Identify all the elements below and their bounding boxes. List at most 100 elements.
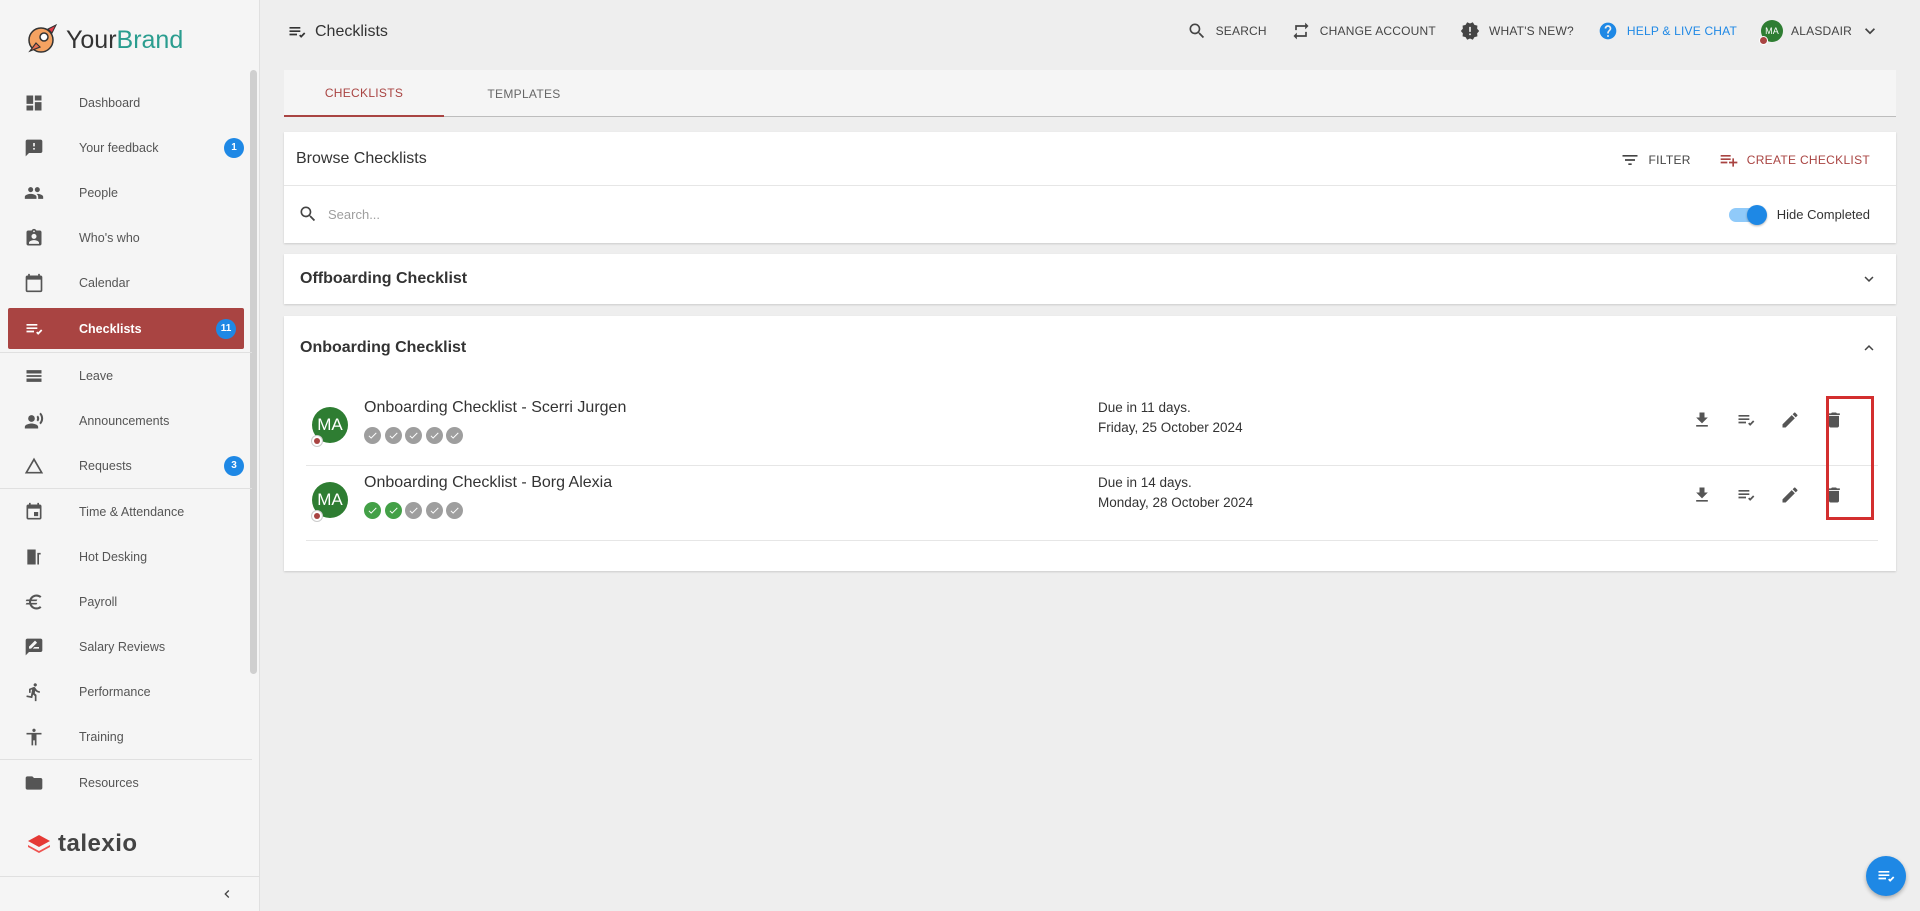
sidebar: YourBrand Dashboard Your feedback 1 Peop… bbox=[0, 0, 260, 911]
edit-button[interactable] bbox=[1768, 480, 1812, 510]
avatar: MA bbox=[311, 482, 348, 522]
new-releases-icon bbox=[1460, 22, 1480, 40]
count-badge: 3 bbox=[224, 455, 244, 476]
filter-icon bbox=[1622, 155, 1638, 165]
progress-checks bbox=[364, 502, 467, 519]
view-tasks-button[interactable] bbox=[1724, 405, 1768, 435]
avatar: MA bbox=[1759, 20, 1784, 45]
sidebar-item-checklists[interactable]: Checklists 11 bbox=[8, 308, 244, 349]
chevron-down-icon[interactable] bbox=[1860, 270, 1878, 288]
pencil-icon bbox=[1782, 412, 1798, 428]
search-input[interactable] bbox=[328, 206, 928, 222]
help-live-chat-button[interactable]: HELP & LIVE CHAT bbox=[1598, 21, 1737, 41]
download-icon bbox=[1696, 487, 1708, 502]
due-in: Due in 14 days. bbox=[1098, 475, 1192, 490]
euro-icon bbox=[24, 592, 44, 612]
user-menu[interactable]: MA ALASDAIR bbox=[1759, 20, 1880, 45]
sidebar-item-leave[interactable]: Leave bbox=[0, 353, 252, 398]
offboarding-section[interactable]: Offboarding Checklist bbox=[284, 254, 1896, 304]
triangle-icon bbox=[24, 456, 44, 476]
browse-header: Browse Checklists FILTER CREATE CHECKLIS… bbox=[284, 132, 1896, 186]
page-title: Checklists bbox=[287, 22, 388, 42]
desk-icon bbox=[24, 547, 44, 567]
pencil-icon bbox=[1782, 487, 1798, 503]
checklist-rows: MA Onboarding Checklist - Scerri Jurgen … bbox=[306, 391, 1878, 541]
search-icon bbox=[300, 206, 316, 222]
help-icon bbox=[1599, 22, 1617, 40]
sidebar-item-salary-reviews[interactable]: Salary Reviews bbox=[0, 624, 252, 669]
hide-completed-toggle[interactable]: Hide Completed bbox=[1728, 205, 1870, 225]
sidebar-item-announcements[interactable]: Announcements bbox=[0, 398, 252, 443]
sidebar-item-label: Training bbox=[79, 729, 124, 744]
count-badge: 11 bbox=[216, 318, 236, 339]
chevron-down-icon bbox=[1865, 28, 1875, 35]
top-actions: SEARCH CHANGE ACCOUNT WHAT'S NEW? HELP &… bbox=[1163, 20, 1880, 45]
filter-button[interactable]: FILTER bbox=[1620, 150, 1690, 170]
checklist-icon bbox=[1738, 490, 1755, 501]
checklist-fab-button[interactable] bbox=[1866, 856, 1906, 896]
playlist-add-icon bbox=[1720, 155, 1738, 167]
whats-new-button[interactable]: WHAT'S NEW? bbox=[1460, 21, 1574, 41]
sidebar-item-label: Announcements bbox=[79, 413, 170, 428]
sidebar-item-hot-desking[interactable]: Hot Desking bbox=[0, 534, 252, 579]
sidebar-item-time-attendance[interactable]: Time & Attendance bbox=[0, 489, 252, 534]
due-in: Due in 11 days. bbox=[1098, 400, 1191, 415]
dashboard-icon bbox=[24, 93, 44, 113]
search-button[interactable]: SEARCH bbox=[1187, 21, 1267, 41]
sidebar-item-label: Checklists bbox=[79, 321, 142, 336]
swap-icon bbox=[1293, 22, 1309, 40]
brand-logo[interactable]: YourBrand bbox=[0, 0, 259, 80]
view-tasks-button[interactable] bbox=[1724, 480, 1768, 510]
check-pending-icon bbox=[425, 427, 443, 444]
edit-button[interactable] bbox=[1768, 405, 1812, 435]
status-dot bbox=[1759, 36, 1769, 45]
search-row: Hide Completed bbox=[284, 186, 1896, 242]
onboarding-header[interactable]: Onboarding Checklist bbox=[284, 316, 1896, 380]
sidebar-footer bbox=[0, 876, 259, 911]
checklist-row[interactable]: MA Onboarding Checklist - Borg Alexia Du… bbox=[306, 466, 1878, 541]
sidebar-item-performance[interactable]: Performance bbox=[0, 669, 252, 714]
layers-logo-icon bbox=[28, 835, 50, 853]
sidebar-item-label: Requests bbox=[79, 458, 132, 473]
checklist-icon bbox=[24, 319, 44, 339]
review-icon bbox=[24, 637, 44, 657]
sidebar-item-people[interactable]: People bbox=[0, 170, 252, 215]
sidebar-item-label: Hot Desking bbox=[79, 549, 148, 564]
checklist-name[interactable]: Onboarding Checklist - Borg Alexia bbox=[364, 474, 612, 492]
brand-name: YourBrand bbox=[66, 25, 184, 54]
checklist-row[interactable]: MA Onboarding Checklist - Scerri Jurgen … bbox=[306, 391, 1878, 466]
sidebar-nav: Dashboard Your feedback 1 People Who's w… bbox=[0, 80, 252, 805]
sidebar-item-whos-who[interactable]: Who's who bbox=[0, 215, 252, 260]
leave-icon bbox=[24, 366, 44, 386]
sidebar-item-resources[interactable]: Resources bbox=[0, 760, 252, 805]
browse-title: Browse Checklists bbox=[296, 149, 427, 167]
sidebar-item-calendar[interactable]: Calendar bbox=[0, 260, 252, 305]
toggle-switch[interactable] bbox=[1728, 205, 1767, 225]
accessibility-icon bbox=[24, 727, 44, 747]
section-title: Onboarding Checklist bbox=[300, 339, 467, 356]
check-complete-icon bbox=[364, 502, 381, 519]
download-button[interactable] bbox=[1680, 405, 1724, 435]
chevron-up-icon[interactable] bbox=[1860, 339, 1878, 357]
sidebar-item-label: Dashboard bbox=[79, 95, 141, 110]
change-account-button[interactable]: CHANGE ACCOUNT bbox=[1291, 21, 1436, 41]
sidebar-item-training[interactable]: Training bbox=[0, 714, 252, 759]
sidebar-item-label: Your feedback bbox=[79, 140, 159, 155]
progress-checks bbox=[364, 427, 467, 444]
run-icon bbox=[24, 682, 44, 702]
announcement-icon bbox=[24, 411, 44, 431]
sidebar-item-your-feedback[interactable]: Your feedback 1 bbox=[0, 125, 252, 170]
create-checklist-button[interactable]: CREATE CHECKLIST bbox=[1719, 150, 1870, 170]
download-button[interactable] bbox=[1680, 480, 1724, 510]
sidebar-item-payroll[interactable]: Payroll bbox=[0, 579, 252, 624]
sidebar-item-dashboard[interactable]: Dashboard bbox=[0, 80, 252, 125]
tab-checklists[interactable]: CHECKLISTS bbox=[284, 70, 444, 117]
tab-templates[interactable]: TEMPLATES bbox=[444, 70, 604, 117]
checklist-name[interactable]: Onboarding Checklist - Scerri Jurgen bbox=[364, 399, 626, 417]
sidebar-item-requests[interactable]: Requests 3 bbox=[0, 443, 252, 488]
chevron-left-icon[interactable] bbox=[219, 886, 235, 902]
top-bar: Checklists SEARCH CHANGE ACCOUNT WHAT'S … bbox=[261, 0, 1920, 64]
sidebar-item-label: Performance bbox=[79, 684, 151, 699]
avatar: MA bbox=[311, 407, 348, 447]
check-pending-icon bbox=[364, 427, 381, 444]
